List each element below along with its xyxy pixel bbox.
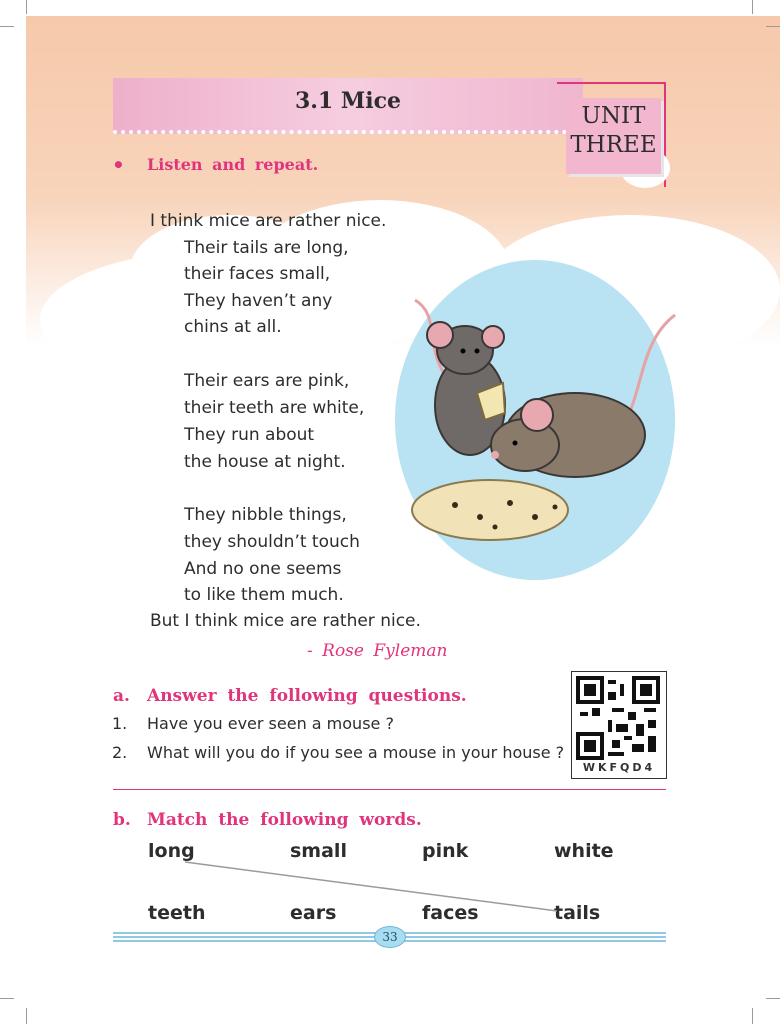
crop-mark <box>26 0 27 14</box>
poem-line: chins at all. <box>184 317 282 337</box>
crop-mark <box>752 1008 753 1024</box>
poem-line: And no one seems <box>184 559 342 579</box>
crop-mark <box>0 26 14 27</box>
poem-line: But I think mice are rather nice. <box>150 611 421 631</box>
instruction-text: Listen and repeat. <box>147 155 319 174</box>
match-word[interactable]: tails <box>554 902 600 924</box>
match-word[interactable]: teeth <box>148 902 205 924</box>
question-number: 2. <box>112 743 128 762</box>
poem-line: Their ears are pink, <box>184 371 350 391</box>
poem-line: the house at night. <box>184 452 346 472</box>
unit-label-line: UNIT <box>581 103 646 129</box>
biscuit <box>411 479 569 541</box>
match-word[interactable]: white <box>554 840 614 862</box>
match-word[interactable]: small <box>290 840 347 862</box>
qr-code-label: WKFQD4 <box>582 761 656 774</box>
poem-line: their teeth are white, <box>184 398 365 418</box>
match-word[interactable]: pink <box>422 840 468 862</box>
section-divider <box>113 789 666 790</box>
poem-line: their faces small, <box>184 264 331 284</box>
match-word[interactable]: long <box>148 840 195 862</box>
section-b-marker: b. <box>113 810 131 830</box>
page-title: 3.1 Mice <box>294 88 402 114</box>
question-number: 1. <box>112 714 128 733</box>
crop-mark <box>766 998 780 999</box>
poem-line: I think mice are rather nice. <box>150 211 387 231</box>
crop-mark <box>0 998 14 999</box>
section-b-heading: Match the following words. <box>147 810 422 830</box>
poem-line: to like them much. <box>184 585 344 605</box>
section-a-heading: Answer the following questions. <box>147 686 467 706</box>
unit-label-line: THREE <box>570 132 657 158</box>
poem-line: they shouldn’t touch <box>184 532 360 552</box>
qr-code[interactable] <box>576 676 660 760</box>
section-a-marker: a. <box>113 686 130 706</box>
mice-illustration <box>395 260 676 580</box>
mouse-ear <box>426 321 454 349</box>
mouse-ear <box>481 325 505 349</box>
question-text: What will you do if you see a mouse in y… <box>147 743 565 762</box>
crop-mark <box>26 1008 27 1024</box>
match-word[interactable]: faces <box>422 902 479 924</box>
poem-line: They haven’t any <box>184 291 333 311</box>
mouse-ear <box>520 398 554 432</box>
match-word[interactable]: ears <box>290 902 336 924</box>
question-text: Have you ever seen a mouse ? <box>147 714 394 733</box>
bullet: • <box>112 153 125 177</box>
match-connector-line <box>184 861 558 912</box>
poem-author: - Rose Fyleman <box>307 641 448 661</box>
poem-line: They nibble things, <box>184 505 347 525</box>
crop-mark <box>766 26 780 27</box>
page-number: 33 <box>374 926 406 948</box>
crop-mark <box>752 0 753 14</box>
poem-line: Their tails are long, <box>184 238 349 258</box>
poem-line: They run about <box>184 425 315 445</box>
unit-label: UNIT THREE <box>566 102 661 160</box>
